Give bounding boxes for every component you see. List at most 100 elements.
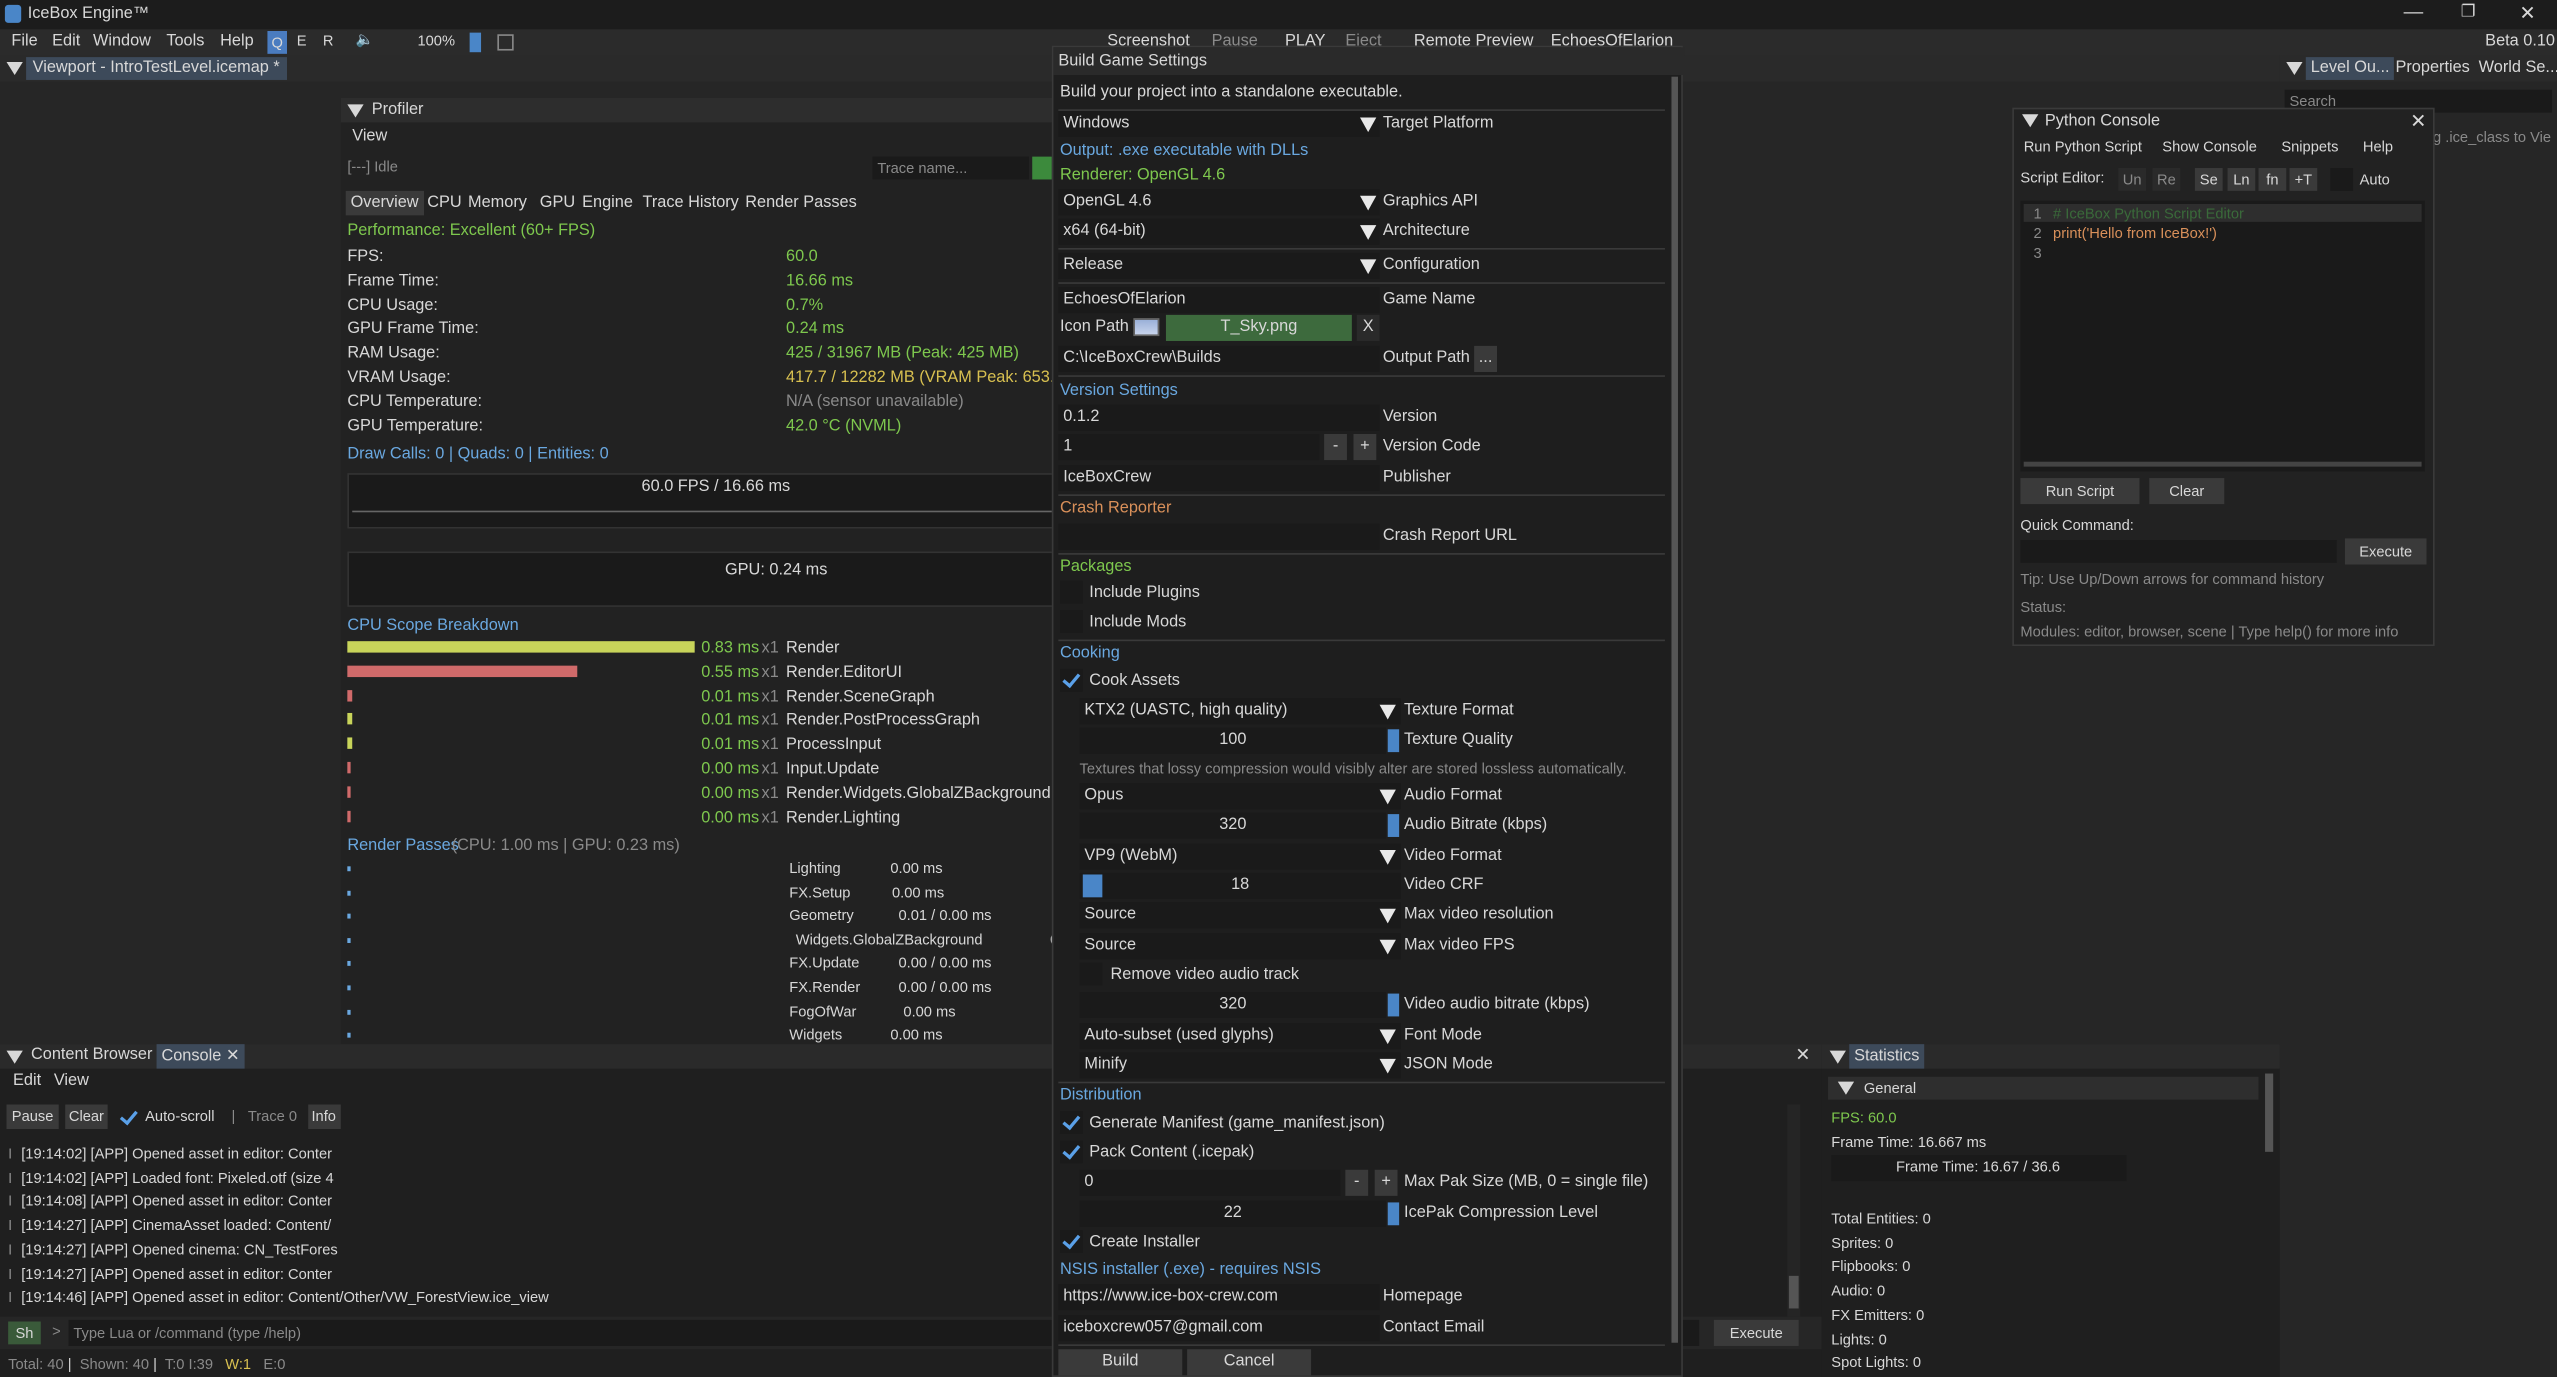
browse-button[interactable]: ...: [1474, 345, 1497, 372]
video-audio-bitrate-slider[interactable]: 320: [1079, 991, 1387, 1019]
close-icon[interactable]: ✕: [1795, 1044, 1810, 1066]
editor-scrollbar[interactable]: [2023, 461, 2422, 467]
slider-handle[interactable]: [1082, 874, 1103, 898]
game-name-input[interactable]: EchoesOfElarion: [1058, 287, 1380, 314]
restore-icon[interactable]: ❐: [2461, 3, 2476, 21]
log-line[interactable]: [19:14:02] [APP] Opened asset in editor:…: [21, 1145, 339, 1161]
output-path-input[interactable]: C:\IceBoxCrew\Builds: [1058, 345, 1380, 372]
close-icon[interactable]: ✕: [2410, 109, 2426, 132]
version-input[interactable]: 0.1.2: [1058, 404, 1380, 431]
line-button[interactable]: Ln: [2227, 168, 2256, 191]
console-edit-menu[interactable]: Edit: [13, 1072, 41, 1090]
include-plugins-checkbox[interactable]: [1059, 580, 1083, 604]
create-installer-checkbox[interactable]: [1059, 1230, 1083, 1253]
build-button[interactable]: Build: [1058, 1349, 1183, 1376]
clear-button[interactable]: Clear: [65, 1104, 108, 1129]
include-mods-checkbox[interactable]: [1059, 610, 1083, 634]
menu-window[interactable]: Window: [93, 33, 151, 51]
autoscroll-checkbox[interactable]: [117, 1106, 138, 1127]
close-icon[interactable]: ✕: [226, 1047, 240, 1065]
audio-bitrate-slider[interactable]: 320: [1079, 812, 1387, 839]
collapse-icon[interactable]: [6, 61, 23, 76]
console-view-menu[interactable]: View: [54, 1072, 89, 1090]
cancel-button[interactable]: Cancel: [1187, 1349, 1312, 1376]
collapse-icon[interactable]: [2022, 114, 2039, 128]
collapse-icon[interactable]: [1837, 1081, 1855, 1095]
remove-video-audio-checkbox[interactable]: [1079, 962, 1103, 986]
json-mode-select[interactable]: Minify: [1079, 1052, 1401, 1079]
profiler-view-menu[interactable]: View: [352, 127, 387, 145]
publisher-input[interactable]: IceBoxCrew: [1058, 464, 1380, 492]
slider-handle[interactable]: [1387, 993, 1400, 1017]
undo-button[interactable]: Un: [2118, 168, 2147, 191]
compression-level-slider[interactable]: 22: [1079, 1200, 1387, 1227]
execute-button[interactable]: Execute: [1713, 1319, 1799, 1346]
tab-level-outliner[interactable]: Level Ou...: [2305, 57, 2395, 80]
speaker-icon[interactable]: 🔈: [355, 31, 373, 49]
audio-format-select[interactable]: Opus: [1079, 783, 1401, 810]
slider-handle[interactable]: [1387, 814, 1400, 837]
viewport-tab[interactable]: Viewport - IntroTestLevel.icemap *: [26, 57, 287, 80]
function-button[interactable]: fn: [2258, 168, 2287, 191]
auto-checkbox[interactable]: [2330, 168, 2354, 191]
mode-e-button[interactable]: E: [297, 33, 307, 49]
select-button[interactable]: Se: [2194, 168, 2223, 191]
tab-trace-history[interactable]: Trace History: [642, 194, 738, 212]
target-platform-select[interactable]: Windows: [1058, 110, 1380, 138]
tab-render-passes[interactable]: Render Passes: [745, 194, 856, 212]
graphics-api-select[interactable]: OpenGL 4.6: [1058, 189, 1380, 216]
template-button[interactable]: +T: [2289, 168, 2318, 191]
minimize-icon[interactable]: —: [2404, 0, 2424, 23]
log-scrollbar-track[interactable]: [1787, 1104, 1801, 1350]
redo-button[interactable]: Re: [2152, 168, 2181, 191]
trace-name-input[interactable]: Trace name...: [872, 156, 1029, 180]
mode-r-button[interactable]: R: [323, 33, 334, 49]
clear-icon-button[interactable]: X: [1356, 314, 1380, 341]
menu-edit[interactable]: Edit: [52, 33, 80, 51]
version-code-input[interactable]: 1: [1058, 433, 1320, 461]
menu-tools[interactable]: Tools: [166, 33, 204, 51]
configuration-select[interactable]: Release: [1058, 252, 1380, 279]
run-script-button[interactable]: Run Script: [2020, 478, 2140, 505]
script-editor[interactable]: 1 # IceBox Python Script Editor 2 print('He…: [2020, 200, 2425, 472]
log-scrollbar-thumb[interactable]: [1788, 1275, 1799, 1309]
log-line[interactable]: [19:14:27] [APP] CinemaAsset loaded: Con…: [21, 1217, 339, 1233]
pause-button[interactable]: Pause: [6, 1104, 59, 1129]
log-line[interactable]: [19:14:27] [APP] Opened cinema: CN_TestF…: [21, 1241, 339, 1257]
collapse-icon[interactable]: [347, 104, 364, 118]
tab-statistics[interactable]: Statistics: [1849, 1044, 1925, 1069]
language-toggle[interactable]: Sh: [8, 1321, 41, 1345]
max-fps-select[interactable]: Source: [1079, 933, 1401, 960]
texture-quality-slider[interactable]: 100: [1079, 727, 1387, 754]
zoom-slider-handle[interactable]: [469, 32, 482, 53]
quick-command-input[interactable]: [2020, 540, 2337, 563]
tab-content-browser[interactable]: Content Browser: [31, 1046, 152, 1064]
video-format-select[interactable]: VP9 (WebM): [1079, 843, 1401, 870]
max-pak-decrement[interactable]: -: [1345, 1169, 1369, 1196]
cook-assets-checkbox[interactable]: [1059, 668, 1083, 692]
max-resolution-select[interactable]: Source: [1079, 902, 1401, 929]
menu-file[interactable]: File: [11, 33, 37, 51]
dialog-scrollbar[interactable]: [1671, 76, 1678, 1343]
version-code-increment[interactable]: +: [1353, 433, 1377, 461]
collapse-icon[interactable]: [1829, 1050, 1846, 1064]
snippets-menu[interactable]: Snippets: [2281, 139, 2338, 155]
log-line[interactable]: [19:14:27] [APP] Opened asset in editor:…: [21, 1265, 339, 1281]
font-mode-select[interactable]: Auto-subset (used glyphs): [1079, 1022, 1401, 1050]
run-python-script-menu[interactable]: Run Python Script: [2024, 139, 2142, 155]
general-header[interactable]: General: [1828, 1076, 2259, 1100]
tab-engine[interactable]: Engine: [582, 194, 633, 212]
slider-handle[interactable]: [1387, 1202, 1400, 1226]
version-code-decrement[interactable]: -: [1324, 433, 1347, 461]
icon-file-button[interactable]: T_Sky.png: [1165, 314, 1352, 341]
homepage-input[interactable]: https://www.ice-box-crew.com: [1058, 1283, 1380, 1311]
max-pak-increment[interactable]: +: [1374, 1169, 1398, 1196]
tab-console[interactable]: Console ✕: [156, 1044, 245, 1069]
close-icon[interactable]: ✕: [2519, 2, 2535, 25]
zoom-level[interactable]: 100%: [417, 33, 455, 49]
clear-button[interactable]: Clear: [2149, 478, 2225, 505]
log-line[interactable]: [19:14:02] [APP] Loaded font: Pixeled.ot…: [21, 1169, 339, 1185]
menu-help[interactable]: Help: [220, 33, 254, 51]
generate-manifest-checkbox[interactable]: [1059, 1111, 1083, 1134]
collapse-icon[interactable]: [6, 1050, 23, 1064]
